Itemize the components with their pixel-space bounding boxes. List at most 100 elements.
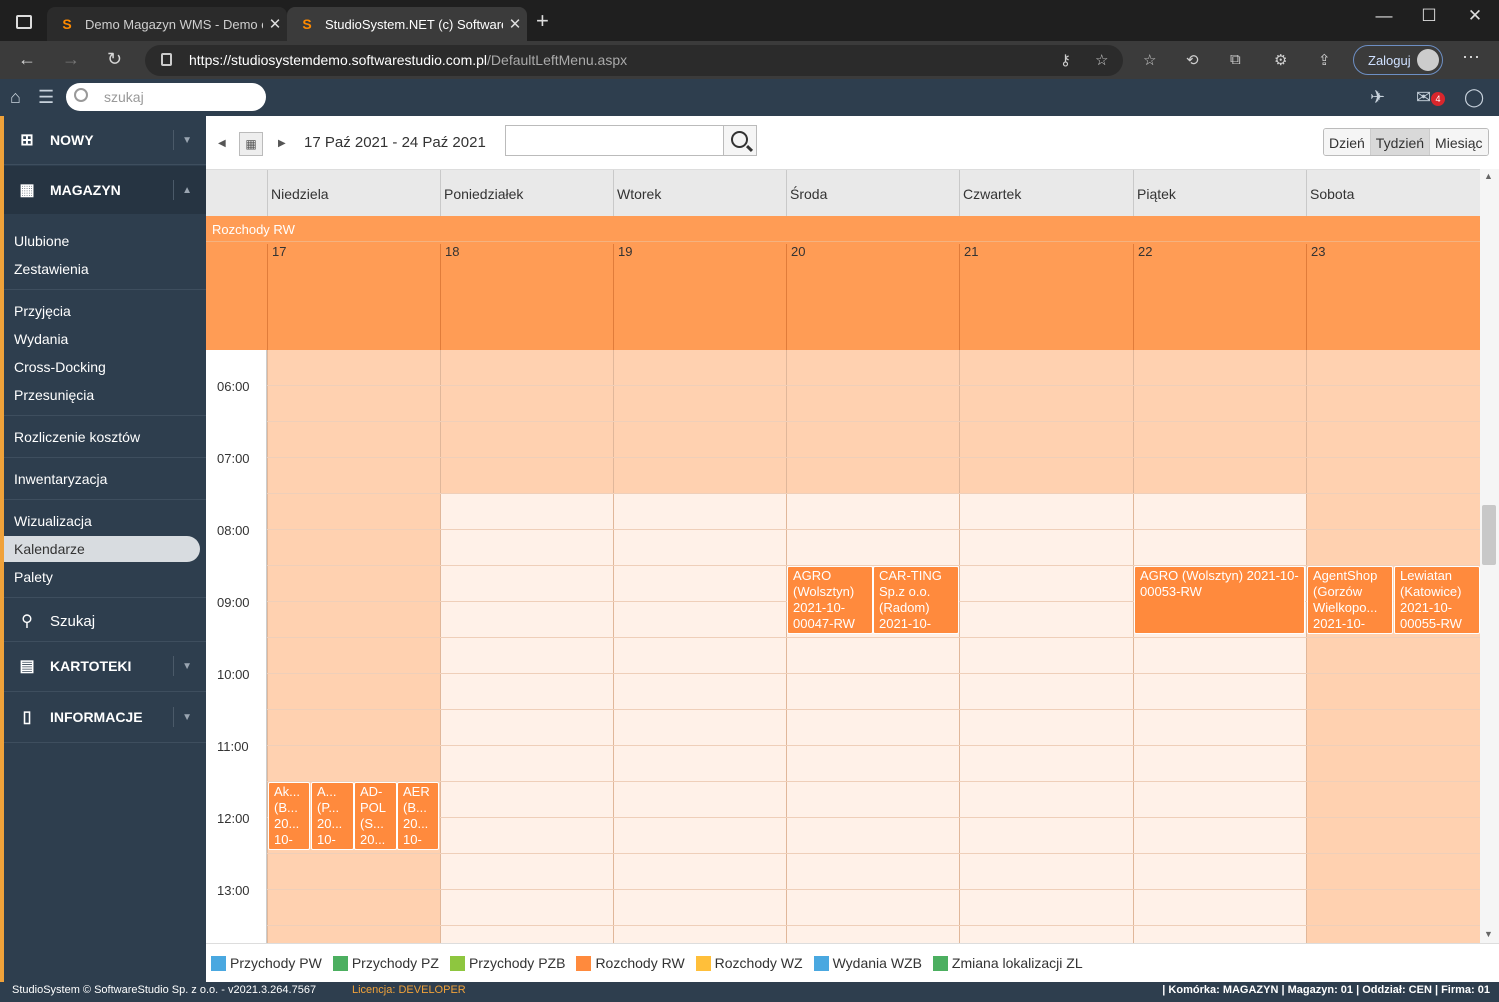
studio-logo-icon: S [302, 16, 312, 32]
section-label: KARTOTEKI [50, 658, 132, 674]
calendar-search-button[interactable] [723, 125, 757, 156]
view-day-button[interactable]: Dzień [1324, 129, 1370, 155]
key-icon[interactable]: ⚷ [1060, 51, 1071, 69]
sidebar-item-przyjecia[interactable]: Przyjęcia [4, 298, 200, 324]
user-icon[interactable]: ◯ [1464, 87, 1484, 108]
studio-logo-icon: S [62, 16, 72, 32]
view-week-button[interactable]: Tydzień [1369, 129, 1430, 155]
day-header: Niedziela [267, 170, 440, 217]
favorites-icon[interactable]: ☆ [1143, 51, 1156, 69]
calendar-scrollbar[interactable]: ▲ ▼ [1480, 169, 1499, 943]
sidebar-section-nowy[interactable]: ⊞ NOWY ▼ [4, 116, 206, 164]
tab-title: StudioSystem.NET (c) SoftwareSt [325, 16, 503, 32]
calendar-event[interactable]: Lewiatan (Katowice) 2021-10-00055-RW [1394, 566, 1480, 634]
browser-tab-1[interactable]: S Demo Magazyn WMS - Demo or ✕ [47, 7, 287, 41]
day-number[interactable]: 21 [959, 244, 1133, 350]
close-tab-icon[interactable]: ✕ [263, 15, 287, 33]
sidebar-item-inwentaryzacja[interactable]: Inwentaryzacja [4, 466, 200, 492]
day-number[interactable]: 19 [613, 244, 786, 350]
share-icon[interactable]: ⇪ [1318, 51, 1331, 69]
legend-swatch [211, 955, 226, 971]
time-label: 10:00 [217, 667, 250, 682]
sidebar-item-wizualizacja[interactable]: Wizualizacja [4, 508, 200, 534]
license-info: Licencja: DEVELOPER [352, 984, 466, 996]
lock-icon [161, 53, 172, 66]
day-column[interactable] [613, 350, 786, 943]
minimize-icon[interactable]: — [1361, 6, 1407, 26]
legend-item: Przychody PW [211, 955, 322, 971]
search-input[interactable]: szukaj [66, 83, 266, 111]
sidebar-item-wydania[interactable]: Wydania [4, 326, 200, 352]
sidebar-item-zestawienia[interactable]: Zestawienia [4, 256, 200, 282]
scroll-up-icon[interactable]: ▲ [1484, 171, 1493, 181]
sidebar-item-palety[interactable]: Palety [4, 564, 200, 590]
browser-tab-2[interactable]: S StudioSystem.NET (c) SoftwareSt ✕ [287, 7, 527, 41]
history-icon[interactable]: ⟲ [1186, 51, 1199, 69]
day-number[interactable]: 22 [1133, 244, 1306, 350]
day-number[interactable]: 18 [440, 244, 613, 350]
prev-week-icon[interactable]: ◀ [218, 138, 226, 149]
sidebar-item-rozliczenie-kosztow[interactable]: Rozliczenie kosztów [4, 424, 200, 450]
day-column[interactable] [1133, 350, 1306, 943]
date-picker-icon[interactable]: ▦ [239, 132, 263, 156]
close-tab-icon[interactable]: ✕ [503, 15, 527, 33]
tab-actions-icon[interactable] [16, 15, 32, 29]
maximize-icon[interactable]: ☐ [1406, 6, 1452, 26]
browser-tabbar: S Demo Magazyn WMS - Demo or ✕ S StudioS… [0, 0, 1499, 41]
reload-icon[interactable]: ↻ [107, 49, 122, 70]
footer-copyright: StudioSystem © SoftwareStudio Sp. z o.o.… [12, 984, 317, 996]
day-number[interactable]: 17 [267, 244, 440, 350]
mail-icon[interactable]: ✉ [1416, 87, 1431, 108]
sidebar-section-szukaj[interactable]: ⚲ Szukaj [4, 597, 206, 645]
day-column[interactable] [959, 350, 1133, 943]
sidebar-section-informacje[interactable]: ▯ INFORMACJE ▼ [4, 693, 206, 741]
sidebar-section-kartoteki[interactable]: ▤ KARTOTEKI ▼ [4, 642, 206, 690]
next-week-icon[interactable]: ▶ [278, 138, 286, 149]
collections-icon[interactable]: ⧉ [1230, 51, 1241, 68]
day-column[interactable] [1306, 350, 1480, 943]
sidebar-item-ulubione[interactable]: Ulubione [4, 228, 200, 254]
day-header: Środa [786, 170, 959, 217]
calendar-event[interactable]: Ak... (B... 20... 10- [268, 782, 310, 850]
forward-icon[interactable]: → [62, 49, 80, 70]
calendar-event[interactable]: AER (B... 20... 10- [397, 782, 439, 850]
view-month-button[interactable]: Miesiąc [1429, 129, 1488, 155]
day-column[interactable] [440, 350, 613, 943]
sidebar-item-kalendarze[interactable]: Kalendarze [4, 536, 200, 562]
login-button[interactable]: Zaloguj [1353, 45, 1443, 75]
footer-context: | Komórka: MAGAZYN | Magazyn: 01 | Oddzi… [1162, 984, 1490, 996]
calendar-event[interactable]: AgentShop (Gorzów Wielkopo... 2021-10- [1307, 566, 1393, 634]
allday-group-title: Rozchody RW [212, 222, 295, 237]
day-number[interactable]: 23 [1306, 244, 1480, 350]
more-icon[interactable]: ⋯ [1462, 47, 1480, 68]
sidebar-item-przesuniecia[interactable]: Przesunięcia [4, 382, 200, 408]
url-field[interactable]: https://studiosystemdemo.softwarestudio.… [145, 45, 1123, 76]
time-label: 09:00 [217, 595, 250, 610]
calendar-event[interactable]: AD-POL (S... 20... [354, 782, 397, 850]
time-label: 06:00 [217, 379, 250, 394]
calendar-event[interactable]: CAR-TING Sp.z o.o. (Radom) 2021-10- [873, 566, 959, 634]
day-column[interactable] [786, 350, 959, 943]
plus-icon: ⊞ [20, 132, 34, 149]
calendar-event[interactable]: AGRO (Wolsztyn) 2021-10-00047-RW [787, 566, 873, 634]
legend-item: Rozchody RW [576, 955, 685, 971]
home-icon[interactable]: ⌂ [10, 87, 21, 108]
calendar-event[interactable]: A... (P... 20... 10- [311, 782, 354, 850]
plane-icon[interactable]: ✈ [1370, 87, 1385, 108]
sidebar-section-magazyn[interactable]: ▦ MAGAZYN ▲ [4, 166, 206, 214]
add-favorite-icon[interactable]: ☆ [1095, 51, 1108, 69]
scrollbar-thumb[interactable] [1482, 505, 1496, 565]
calendar-filter-input[interactable] [505, 125, 724, 156]
menu-toggle-icon[interactable]: ☰ [38, 87, 54, 108]
new-tab-icon[interactable]: + [536, 8, 549, 34]
calendar-event[interactable]: AGRO (Wolsztyn) 2021-10-00053-RW [1134, 566, 1305, 634]
sidebar-item-cross-docking[interactable]: Cross-Docking [4, 354, 200, 380]
day-column[interactable] [267, 350, 440, 943]
close-window-icon[interactable]: ✕ [1452, 6, 1498, 26]
status-footer: StudioSystem © SoftwareStudio Sp. z o.o.… [0, 982, 1499, 1002]
back-icon[interactable]: ← [18, 49, 36, 70]
scroll-down-icon[interactable]: ▼ [1484, 929, 1493, 939]
extensions-icon[interactable]: ⚙ [1274, 51, 1287, 69]
calendar-toolbar: ◀ ▦ ▶ 17 Paź 2021 - 24 Paź 2021 Dzień Ty… [206, 116, 1499, 169]
day-number[interactable]: 20 [786, 244, 959, 350]
